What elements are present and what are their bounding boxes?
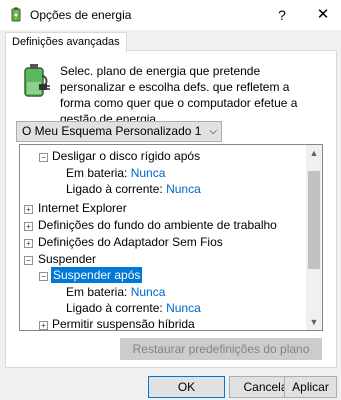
description-text: Selec. plano de energia que pretende per…: [60, 64, 298, 126]
apply-button[interactable]: Aplicar: [284, 376, 337, 398]
scroll-down-icon[interactable]: ▼: [306, 314, 322, 330]
expand-icon[interactable]: +: [24, 222, 33, 231]
help-button[interactable]: ?: [272, 6, 292, 24]
tree-item-wireless[interactable]: Definições do Adaptador Sem Fios: [38, 234, 223, 250]
tree-item-desktop-bg[interactable]: Definições do fundo do ambiente de traba…: [38, 217, 277, 233]
tree-item-disk-battery: Em bateria: Nunca: [66, 165, 165, 181]
tree-item-disk-ac: Ligado à corrente: Nunca: [66, 181, 201, 197]
tree-item-sleep[interactable]: Suspender: [38, 251, 96, 267]
close-button[interactable]: ✕: [305, 0, 341, 30]
expand-icon[interactable]: +: [24, 239, 33, 248]
setting-value-link[interactable]: Nunca: [131, 166, 166, 180]
setting-label: Em bateria:: [66, 285, 128, 299]
setting-value-link[interactable]: Nunca: [131, 285, 166, 299]
tree-item-sleep-after[interactable]: Suspender após: [51, 267, 143, 283]
restore-defaults-button[interactable]: Restaurar predefinições do plano: [120, 338, 322, 360]
window-title: Opções de energia: [30, 8, 132, 22]
power-options-icon: [11, 7, 21, 22]
tree-item-hybrid[interactable]: Permitir suspensão híbrida: [52, 316, 195, 330]
vertical-scrollbar[interactable]: ▲ ▼: [306, 145, 322, 330]
setting-label: Ligado à corrente:: [66, 301, 163, 315]
setting-value-link[interactable]: Nunca: [166, 182, 201, 196]
title-bar: Opções de energia ? ✕: [0, 0, 341, 30]
tree-item-disk[interactable]: Desligar o disco rígido após: [52, 148, 200, 164]
tab-advanced-settings[interactable]: Definições avançadas: [5, 32, 127, 53]
expand-icon[interactable]: +: [24, 205, 33, 214]
battery-plug-icon: [24, 64, 50, 97]
power-scheme-dropdown[interactable]: O Meu Esquema Personalizado 1 [Ativo] ⌵: [16, 121, 222, 157]
expand-icon[interactable]: +: [39, 321, 48, 330]
collapse-icon[interactable]: −: [39, 153, 48, 162]
setting-value-link[interactable]: Nunca: [166, 301, 201, 315]
collapse-icon[interactable]: −: [39, 272, 48, 281]
tree-item-sleep-battery: Em bateria: Nunca: [66, 284, 165, 300]
ok-button[interactable]: OK: [148, 376, 225, 398]
scrollbar-thumb[interactable]: [308, 171, 320, 269]
tree-item-ie[interactable]: Internet Explorer: [38, 200, 127, 216]
tree-item-sleep-ac: Ligado à corrente: Nunca: [66, 300, 201, 316]
scroll-up-icon[interactable]: ▲: [306, 145, 322, 161]
collapse-icon[interactable]: −: [24, 256, 33, 265]
chevron-down-icon: ⌵: [209, 126, 217, 137]
setting-label: Em bateria:: [66, 166, 128, 180]
setting-label: Ligado à corrente:: [66, 182, 163, 196]
settings-tree[interactable]: − Desligar o disco rígido após Em bateri…: [19, 144, 323, 331]
